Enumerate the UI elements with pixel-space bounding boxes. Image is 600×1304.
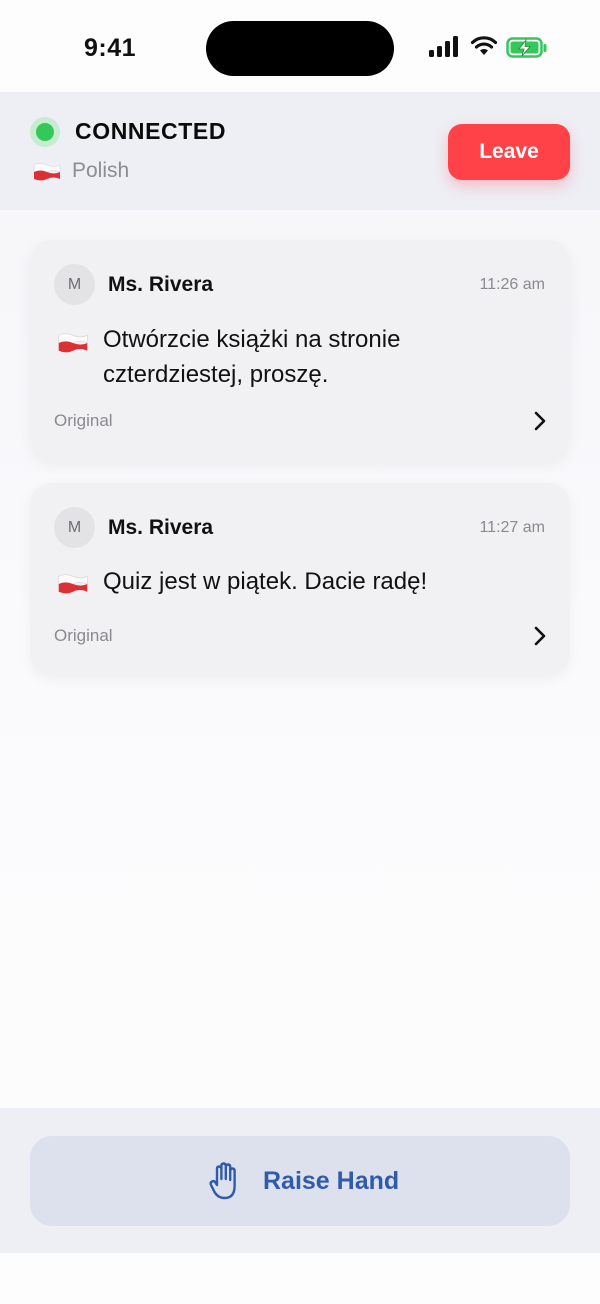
raise-hand-label: Raise Hand <box>263 1167 400 1195</box>
status-time: 9:41 <box>84 34 137 62</box>
message-timestamp: 11:27 am <box>479 519 545 536</box>
status-icons <box>428 36 558 62</box>
sender-name: Ms. Rivera <box>108 273 214 296</box>
connection-status-label: CONNECTED <box>75 118 227 144</box>
avatar: M <box>54 507 95 548</box>
leave-button[interactable]: Leave <box>448 124 570 180</box>
connection-dot-icon <box>36 123 54 141</box>
raised-hand-icon <box>209 1162 236 1200</box>
avatar: M <box>54 264 95 305</box>
translated-message-text: Otwórzcie książki na stronie czterdziest… <box>103 326 401 388</box>
show-original-label[interactable]: Original <box>54 411 113 431</box>
chevron-right-icon[interactable] <box>532 410 548 432</box>
poland-flag-icon <box>33 163 61 181</box>
show-original-label[interactable]: Original <box>54 626 113 646</box>
message-timestamp: 11:26 am <box>479 276 545 293</box>
dynamic-island <box>206 21 394 76</box>
selected-language: Polish <box>72 159 130 182</box>
battery-charging-icon <box>506 37 547 58</box>
wifi-icon <box>470 36 498 55</box>
message-card: M Ms. Rivera 11:27 am Quiz jest w piątek… <box>30 483 570 675</box>
chevron-right-icon[interactable] <box>532 625 548 647</box>
translated-message-text: Quiz jest w piątek. Dacie radę! <box>103 568 428 595</box>
status-bar: 9:41 <box>0 0 600 92</box>
sender-name: Ms. Rivera <box>108 516 214 539</box>
cellular-signal-icon <box>429 36 458 57</box>
poland-flag-icon <box>58 574 88 594</box>
message-card: M Ms. Rivera 11:26 am Otwórzcie książki … <box>30 240 570 462</box>
poland-flag-icon <box>58 333 88 353</box>
